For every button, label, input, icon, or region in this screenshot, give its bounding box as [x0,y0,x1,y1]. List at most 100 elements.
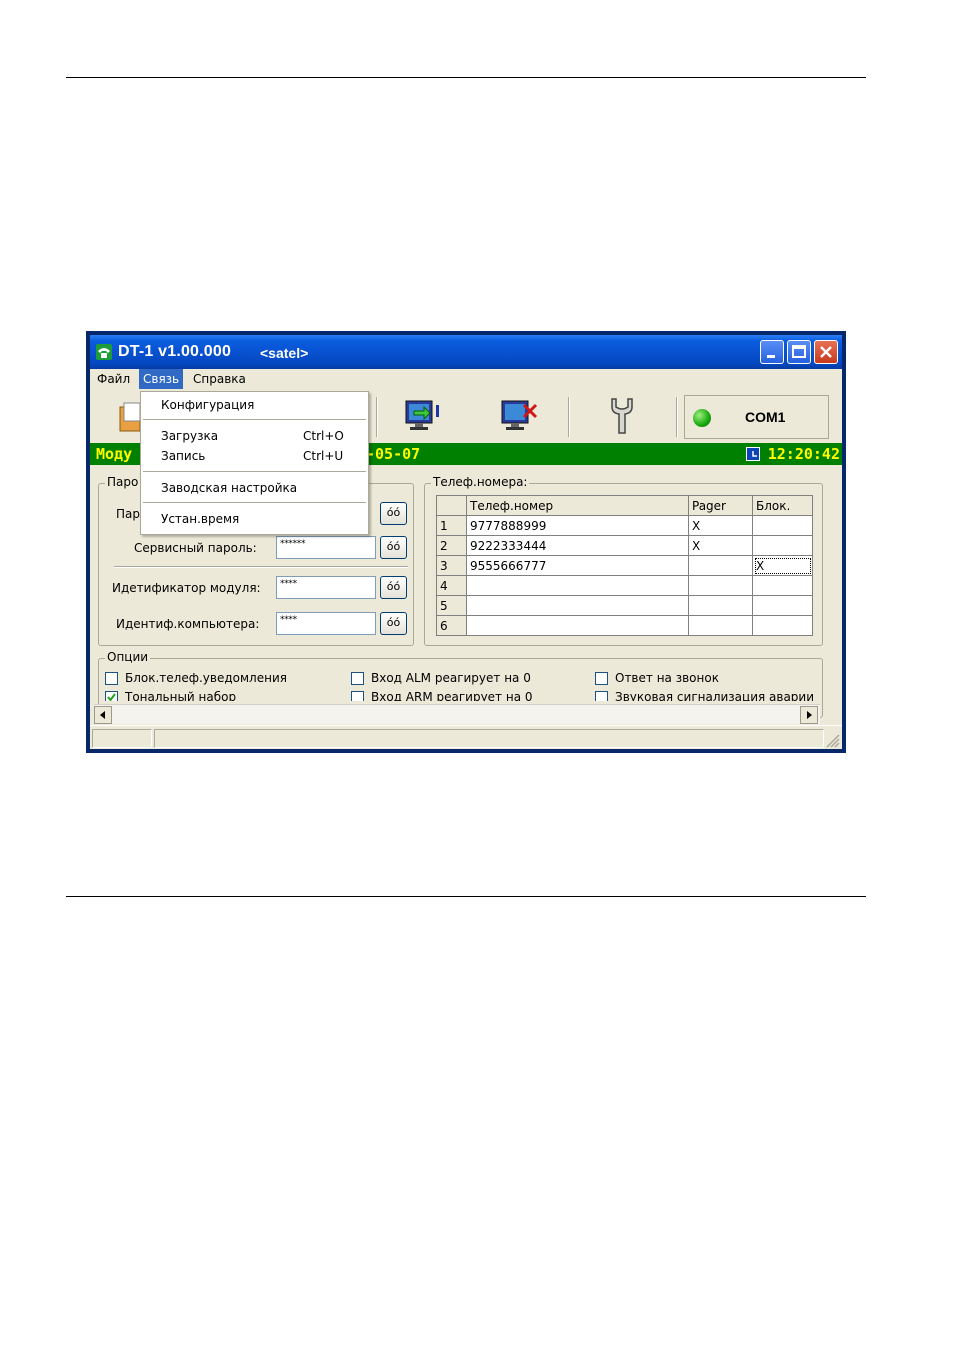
module-status-text: Моду [96,445,133,463]
disconnect-button[interactable] [498,397,542,437]
connection-menu-dropdown: Конфигурация Загрузка Ctrl+O Запись Ctrl… [140,391,369,535]
option-checkbox[interactable] [105,672,118,685]
phone-cell[interactable]: 9777888999 [466,515,689,536]
option-checkbox[interactable] [105,691,118,701]
menu-item-configuration[interactable]: Конфигурация [141,395,368,415]
option-checkbox[interactable] [351,672,364,685]
option-checkbox[interactable] [351,691,364,701]
status-panel-1 [92,729,152,748]
close-button[interactable] [814,340,838,364]
computer-id-label: Идентиф.компьютера: [116,617,260,631]
module-id-label: Идетификатор модуля: [112,581,261,595]
computer-id-field[interactable]: **** [276,612,376,635]
row-index: 1 [436,515,467,536]
service-password-label: Сервисный пароль: [134,541,257,555]
header-phone[interactable]: Телеф.номер [466,495,689,516]
checkmark-icon [107,693,116,701]
pager-cell[interactable] [688,595,753,616]
row-index: 2 [436,535,467,556]
service-password-field[interactable]: ****** [276,536,376,559]
menu-item-shortcut: Ctrl+U [303,449,344,463]
option-checkbox[interactable] [595,691,608,701]
options-group-label: Опции [105,650,151,664]
menu-item-label: Заводская настройка [161,481,298,495]
phone-table: Телеф.номер Pager Блок. 1 9777888999 X 2… [436,495,813,636]
resize-grip-icon[interactable] [824,732,840,748]
row-index: 4 [436,575,467,596]
pager-cell[interactable] [688,575,753,596]
passwords-group-label: Паро [105,475,141,489]
table-row: 4 [436,575,813,596]
menu-separator [143,471,366,472]
toolbar-separator [376,397,378,437]
status-bar [90,725,842,749]
password-label: Пар [116,507,140,521]
bottom-rule [66,896,866,897]
phone-cell[interactable] [466,575,689,596]
table-row: 2 9222333444 X [436,535,813,556]
scroll-right-button[interactable] [800,706,818,724]
pager-cell[interactable]: X [688,515,753,536]
option-label: Вход ALM реагирует на 0 [371,671,531,685]
option-label: Ответ на звонок [615,671,719,685]
toolbar-separator [676,397,678,437]
settings-button[interactable] [602,395,642,437]
table-row: 6 [436,615,813,636]
pager-cell[interactable]: X [688,535,753,556]
menu-item-download[interactable]: Загрузка Ctrl+O [141,426,368,446]
block-cell[interactable] [752,535,813,556]
header-pager[interactable]: Pager [688,495,753,516]
menu-separator [143,502,366,503]
block-cell[interactable] [752,575,813,596]
show-service-password-button[interactable]: όό [380,536,407,559]
option-checkbox[interactable] [595,672,608,685]
minimize-button[interactable] [760,340,784,364]
module-id-field[interactable]: **** [276,576,376,599]
horizontal-scrollbar[interactable] [94,704,820,724]
menu-bar: Файл Связь Справка [90,369,842,391]
wrench-icon [611,398,633,434]
module-date: -05-07 [366,445,421,463]
menu-item-set-time[interactable]: Устан.время [141,509,368,529]
block-cell[interactable]: X [752,555,813,576]
phone-cell[interactable] [466,615,689,636]
maximize-button[interactable] [787,340,811,364]
row-index: 3 [436,555,467,576]
top-rule [66,77,866,78]
phone-cell[interactable]: 9555666777 [466,555,689,576]
menu-item-label: Загрузка [161,429,219,443]
title-bar[interactable]: DT-1 v1.00.000 <satel> [90,335,842,369]
show-module-id-button[interactable]: όό [380,576,407,599]
window-user: <satel> [260,345,309,361]
show-computer-id-button[interactable]: όό [380,612,407,635]
menu-file[interactable]: Файл [93,369,134,389]
option-label: Звуковая сигнализация аварии [615,690,815,701]
scroll-left-button[interactable] [94,706,112,724]
menu-help[interactable]: Справка [189,369,250,389]
menu-item-label: Конфигурация [161,398,255,412]
menu-connection[interactable]: Связь [139,369,184,389]
disconnect-monitor-icon [501,400,538,430]
table-row: 5 [436,595,813,616]
menu-item-write[interactable]: Запись Ctrl+U [141,446,368,466]
header-block[interactable]: Блок. [752,495,813,516]
menu-item-shortcut: Ctrl+O [303,429,344,443]
phone-cell[interactable]: 9222333444 [466,535,689,556]
arrow-left-icon [100,711,105,719]
block-cell[interactable] [752,615,813,636]
pager-cell[interactable] [688,555,753,576]
upload-button[interactable] [402,397,446,437]
block-cell[interactable] [752,515,813,536]
pager-cell[interactable] [688,615,753,636]
table-corner [436,495,467,516]
menu-item-factory-reset[interactable]: Заводская настройка [141,478,368,498]
phone-cell[interactable] [466,595,689,616]
block-cell[interactable] [752,595,813,616]
arrow-right-icon [807,711,812,719]
status-panel-2 [154,729,824,748]
close-icon [820,346,832,358]
show-password-button[interactable]: όό [380,502,407,525]
menu-separator [143,419,366,420]
phone-icon [96,344,112,360]
window-title: DT-1 v1.00.000 [118,343,232,360]
